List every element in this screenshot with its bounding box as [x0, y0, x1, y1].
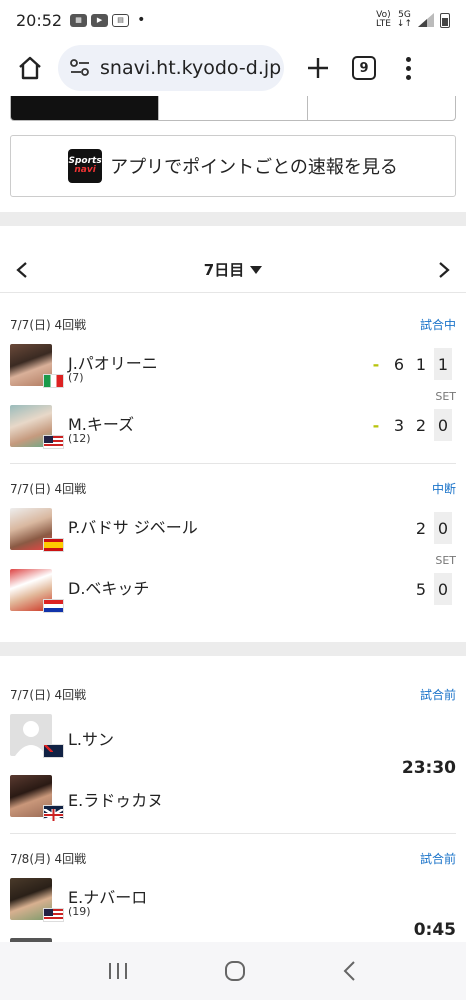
tab-3[interactable]	[308, 96, 455, 120]
flag-usa-icon	[43, 435, 64, 449]
match-round: 7/7(日) 4回戦	[10, 481, 87, 496]
score-cells: - 3 2 0	[364, 409, 452, 441]
flag-new-zealand-icon	[43, 744, 64, 758]
flag-croatia-icon	[43, 599, 64, 613]
prev-day-button[interactable]	[12, 260, 32, 280]
current-game-score: 1	[434, 348, 452, 380]
match-round: 7/8(月) 4回戦	[10, 851, 87, 866]
player-row: M.キーズ (12) - 3 2 0	[10, 405, 456, 451]
player-row: E.ラドゥカヌ	[10, 775, 456, 823]
day-selector[interactable]: 7日目	[203, 259, 263, 280]
home-nav-button[interactable]	[223, 959, 247, 983]
day-navigation: 7日目	[0, 247, 466, 293]
match-header: 7/8(月) 4回戦 試合前	[10, 848, 456, 868]
player-seed: (19)	[68, 905, 91, 918]
match-round: 7/7(日) 4回戦	[10, 317, 87, 332]
player-row: D.ベキッチ 5 0	[10, 569, 456, 615]
tab-1[interactable]	[11, 96, 160, 120]
match-header: 7/7(日) 4回戦 試合前	[10, 684, 456, 704]
next-day-button[interactable]	[434, 260, 454, 280]
player-name: D.ベキッチ	[68, 579, 150, 598]
flag-usa-icon	[43, 908, 64, 922]
match-header: 7/7(日) 4回戦 試合中	[10, 314, 456, 334]
caret-down-icon	[250, 265, 263, 274]
app-promo-text: アプリでポイントごとの速報を見る	[110, 157, 398, 178]
plus-icon	[308, 58, 328, 78]
set-score: 1	[415, 354, 427, 374]
player-name: E.ラドゥカヌ	[68, 791, 164, 810]
player-row: E.ナバーロ (19)	[10, 878, 456, 924]
match-card[interactable]: 7/7(日) 4回戦 試合前 L.サン 23:30 E.ラドゥカヌ	[0, 670, 466, 834]
match-header: 7/7(日) 4回戦 中断	[10, 478, 456, 498]
set-score: 2	[415, 415, 427, 435]
url-bar[interactable]: snavi.ht.kyodo-d.jp	[58, 45, 284, 91]
sports-navi-logo: Sports navi	[68, 149, 103, 183]
match-status: 試合前	[419, 687, 456, 702]
section-separator	[0, 642, 466, 656]
flag-italy-icon	[43, 374, 64, 388]
score-cells: 2 0	[410, 512, 452, 544]
set-label: SET	[435, 390, 456, 403]
player-row: L.サン	[10, 714, 456, 760]
home-icon	[19, 56, 41, 80]
player-seed: (7)	[68, 371, 84, 384]
system-icons: Vo) LTE 5G ↓↑	[376, 11, 450, 29]
overflow-menu-button[interactable]	[398, 48, 418, 88]
match-card[interactable]: 7/7(日) 4回戦 中断 P.バドサ ジベール 2 0 SET D.ベキッチ …	[0, 464, 466, 642]
match-status: 試合前	[419, 851, 456, 866]
status-time: 20:52	[16, 10, 63, 30]
app-promo-banner[interactable]: Sports navi アプリでポイントごとの速報を見る	[10, 135, 456, 197]
match-status: 中断	[431, 481, 456, 496]
player-name: P.バドサ ジベール	[68, 518, 198, 537]
signal-icon	[418, 13, 434, 27]
more-notifications-icon: •	[137, 12, 146, 28]
battery-icon	[440, 12, 450, 28]
browser-toolbar: snavi.ht.kyodo-d.jp 9	[0, 40, 466, 96]
current-game-score: 0	[434, 409, 452, 441]
set-score: 3	[393, 415, 405, 435]
day-label: 7日目	[203, 261, 245, 279]
score-cells: - 6 1 1	[364, 348, 452, 380]
player-row: P.バドサ ジベール 2 0	[10, 508, 456, 554]
site-settings-icon[interactable]	[70, 59, 90, 77]
current-game-score: 0	[434, 573, 452, 605]
player-seed: (12)	[68, 432, 91, 445]
status-bar: 20:52 ▦ ▶ ▤ • Vo) LTE 5G ↓↑	[0, 0, 466, 40]
home-button[interactable]	[10, 48, 50, 88]
system-navigation-bar	[0, 942, 466, 1000]
set-score: 2	[415, 518, 427, 538]
new-tab-button[interactable]	[302, 48, 334, 88]
calendar-icon: ▤	[112, 13, 130, 27]
tab-switcher-button[interactable]: 9	[352, 56, 376, 80]
match-round: 7/7(日) 4回戦	[10, 687, 87, 702]
match-status: 試合中	[419, 317, 456, 332]
section-tabs	[10, 96, 456, 121]
recent-apps-button[interactable]	[107, 961, 129, 981]
volte-icon: Vo) LTE	[375, 10, 391, 29]
tab-2[interactable]	[159, 96, 308, 120]
network-type-icon: 5G ↓↑	[396, 10, 412, 29]
match-card[interactable]: 7/7(日) 4回戦 試合中 J.パオリーニ (7) - 6 1 1 SET M…	[0, 300, 466, 464]
news-app-icon: ▦	[70, 13, 88, 27]
start-time: 0:45	[413, 920, 456, 940]
serve-indicator: -	[372, 415, 380, 435]
player-name: L.サン	[68, 730, 115, 749]
url-text: snavi.ht.kyodo-d.jp	[100, 57, 282, 79]
match-card[interactable]: 7/8(月) 4回戦 試合前 E.ナバーロ (19) 0:45	[0, 834, 466, 942]
back-nav-button[interactable]	[341, 960, 359, 982]
youtube-icon: ▶	[91, 13, 109, 27]
set-label: SET	[435, 554, 456, 567]
set-score: 6	[393, 354, 405, 374]
current-game-score: 0	[434, 512, 452, 544]
section-separator	[0, 212, 466, 226]
notification-icons: ▦ ▶ ▤ •	[70, 12, 145, 28]
set-score: 5	[415, 579, 427, 599]
serve-indicator: -	[372, 354, 380, 374]
player-row: J.パオリーニ (7) - 6 1 1	[10, 344, 456, 390]
score-cells: 5 0	[410, 573, 452, 605]
flag-spain-icon	[43, 538, 64, 552]
flag-uk-icon	[43, 805, 64, 823]
